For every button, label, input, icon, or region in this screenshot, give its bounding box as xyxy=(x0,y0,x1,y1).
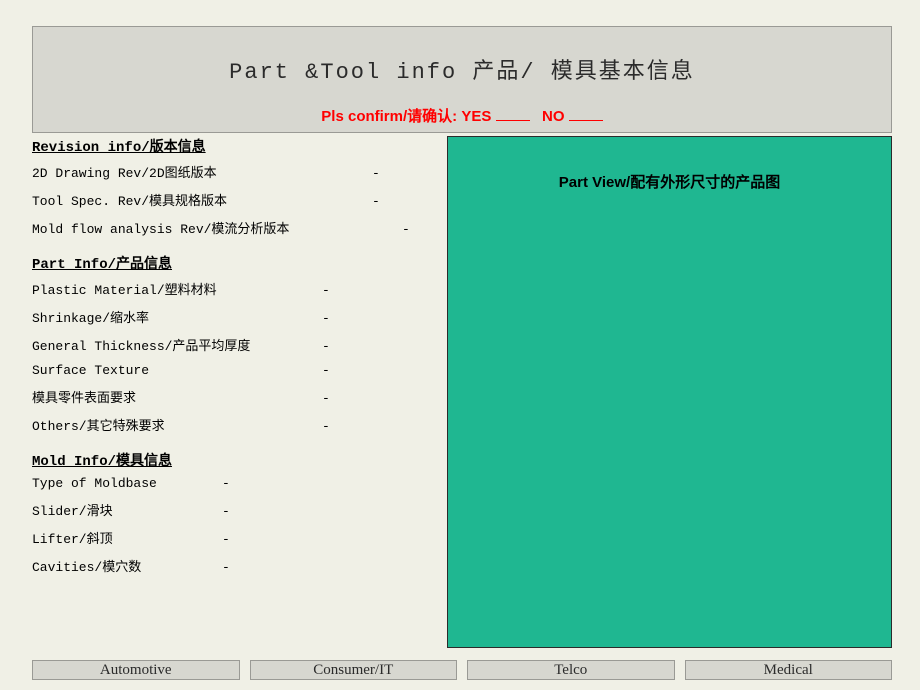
part-view-title: Part View/配有外形尺寸的产品图 xyxy=(448,171,891,192)
mold-row: Cavities/模穴数- xyxy=(32,556,442,575)
part-row: 模具零件表面要求- xyxy=(32,387,442,406)
revision-section: Revision info/版本信息 2D Drawing Rev/2D图纸版本… xyxy=(32,136,442,237)
revision-value: - xyxy=(372,166,380,181)
mold-label: Slider/滑块 xyxy=(32,500,222,519)
revision-row: Tool Spec. Rev/模具规格版本- xyxy=(32,190,442,209)
mold-row: Lifter/斜顶- xyxy=(32,528,442,547)
mold-label: Cavities/模穴数 xyxy=(32,556,222,575)
footer-tab-medical[interactable]: Medical xyxy=(685,660,893,680)
footer-tab-consumer-it[interactable]: Consumer/IT xyxy=(250,660,458,680)
confirm-line: Pls confirm/请确认: YES NO xyxy=(33,105,891,126)
mold-row: Type of Moldbase- xyxy=(32,476,442,491)
part-label: 模具零件表面要求 xyxy=(32,387,322,406)
footer-tab-automotive[interactable]: Automotive xyxy=(32,660,240,680)
part-value: - xyxy=(322,363,330,378)
part-value: - xyxy=(322,391,330,406)
part-row: Others/其它特殊要求- xyxy=(32,415,442,434)
part-view-panel: Part View/配有外形尺寸的产品图 xyxy=(447,136,892,648)
revision-value: - xyxy=(402,222,410,237)
part-row: General Thickness/产品平均厚度- xyxy=(32,335,442,354)
part-row: Shrinkage/缩水率- xyxy=(32,307,442,326)
part-label: Others/其它特殊要求 xyxy=(32,415,322,434)
part-value: - xyxy=(322,311,330,326)
mold-row: Slider/滑块- xyxy=(32,500,442,519)
page-title: Part &Tool info 产品/ 模具基本信息 xyxy=(33,53,891,85)
revision-value: - xyxy=(372,194,380,209)
header-box: Part &Tool info 产品/ 模具基本信息 Pls confirm/请… xyxy=(32,26,892,133)
part-value: - xyxy=(322,419,330,434)
part-row: Plastic Material/塑料材料- xyxy=(32,279,442,298)
no-blank[interactable] xyxy=(569,109,603,121)
mold-value: - xyxy=(222,532,230,547)
revision-label: Mold flow analysis Rev/模流分析版本 xyxy=(32,218,402,237)
confirm-prefix: Pls confirm/请确认: YES xyxy=(321,108,491,125)
mold-label: Lifter/斜顶 xyxy=(32,528,222,547)
part-heading: Part Info/产品信息 xyxy=(32,253,442,273)
part-section: Part Info/产品信息 Plastic Material/塑料材料-Shr… xyxy=(32,253,442,434)
mold-label: Type of Moldbase xyxy=(32,476,222,491)
revision-heading: Revision info/版本信息 xyxy=(32,136,442,156)
mold-value: - xyxy=(222,504,230,519)
mold-heading: Mold Info/模具信息 xyxy=(32,450,442,470)
revision-row: Mold flow analysis Rev/模流分析版本- xyxy=(32,218,442,237)
footer-tab-telco[interactable]: Telco xyxy=(467,660,675,680)
confirm-no: NO xyxy=(542,108,565,125)
part-label: Shrinkage/缩水率 xyxy=(32,307,322,326)
revision-row: 2D Drawing Rev/2D图纸版本- xyxy=(32,162,442,181)
part-label: General Thickness/产品平均厚度 xyxy=(32,335,322,354)
revision-label: 2D Drawing Rev/2D图纸版本 xyxy=(32,162,372,181)
part-value: - xyxy=(322,283,330,298)
left-column: Revision info/版本信息 2D Drawing Rev/2D图纸版本… xyxy=(32,136,442,591)
footer-tabs: Automotive Consumer/IT Telco Medical xyxy=(32,660,892,680)
part-row: Surface Texture- xyxy=(32,363,442,378)
revision-label: Tool Spec. Rev/模具规格版本 xyxy=(32,190,372,209)
part-label: Plastic Material/塑料材料 xyxy=(32,279,322,298)
mold-value: - xyxy=(222,476,230,491)
mold-value: - xyxy=(222,560,230,575)
part-label: Surface Texture xyxy=(32,363,322,378)
yes-blank[interactable] xyxy=(496,109,530,121)
part-value: - xyxy=(322,339,330,354)
mold-section: Mold Info/模具信息 Type of Moldbase-Slider/滑… xyxy=(32,450,442,575)
